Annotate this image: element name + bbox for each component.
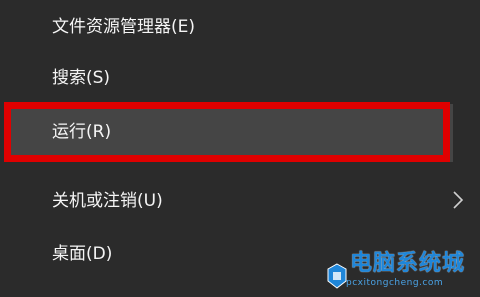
menu-item-file-explorer[interactable]: 文件资源管理器(E): [0, 10, 480, 44]
menu-item-label: 关机或注销(U): [52, 191, 163, 211]
chevron-right-icon: [453, 191, 464, 209]
context-menu: 文件资源管理器(E) 搜索(S) 运行(R) 关机或注销(U) 桌面(D) 电脑…: [0, 0, 480, 297]
watermark-logo-icon: [327, 263, 347, 289]
watermark-text-en: pcxitongcheng.com: [346, 278, 444, 288]
watermark: 电脑系统城 pcxitongcheng.com: [326, 251, 476, 293]
menu-item-shutdown-signout[interactable]: 关机或注销(U): [0, 184, 480, 218]
menu-item-label: 搜索(S): [52, 68, 111, 88]
watermark-text-cn: 电脑系统城: [350, 251, 466, 276]
menu-item-label: 运行(R): [52, 122, 112, 142]
menu-item-label: 文件资源管理器(E): [52, 17, 196, 37]
menu-item-label: 桌面(D): [52, 244, 113, 264]
menu-item-run[interactable]: 运行(R): [0, 102, 480, 164]
menu-item-search[interactable]: 搜索(S): [0, 62, 480, 96]
